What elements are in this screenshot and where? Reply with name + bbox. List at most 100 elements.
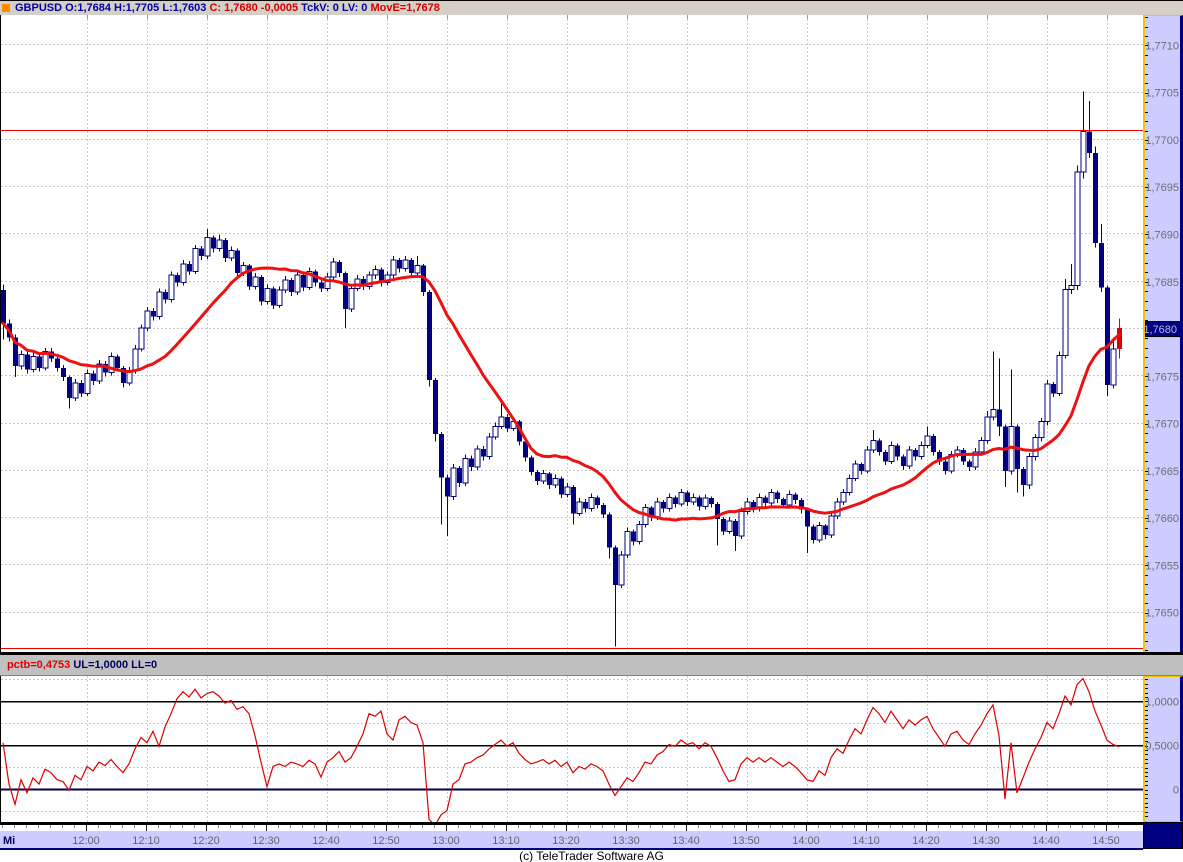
- candle-body-down: [895, 445, 900, 457]
- pctb-indicator-plot[interactable]: [0, 676, 1144, 822]
- candle-body-down: [301, 275, 306, 288]
- candle-body-up: [1038, 421, 1045, 439]
- candle-body-down: [595, 497, 600, 505]
- candle-body-down: [235, 250, 240, 274]
- candle-body-up: [294, 274, 301, 293]
- price-axis-label: 1,7685: [1145, 277, 1179, 289]
- candle-body-up: [864, 449, 871, 472]
- candle-body-down: [1099, 242, 1104, 288]
- candle-body-down: [187, 263, 192, 272]
- candle-body-up: [84, 372, 91, 394]
- candle-body-up: [462, 458, 469, 484]
- candle-body-up: [666, 496, 673, 510]
- candle-body-up: [498, 416, 505, 427]
- candle-body-down: [1087, 131, 1092, 154]
- candle-body-down: [61, 367, 66, 378]
- candle-body-up: [348, 287, 355, 310]
- day-label: Mi: [3, 835, 15, 847]
- indicator-axis[interactable]: 1,0000 0,5000 0: [1143, 676, 1183, 822]
- candle-body-up: [840, 492, 847, 503]
- price-axis-label: 1,7665: [1145, 466, 1179, 478]
- candle-body-up: [828, 515, 835, 536]
- candle-body-down: [811, 526, 816, 540]
- indicator-axis-scale[interactable]: 1,0000 0,5000 0: [1145, 677, 1180, 821]
- candle-body-down: [631, 531, 636, 542]
- candle-body-up: [588, 496, 595, 510]
- chart-type-icon: [2, 4, 10, 12]
- pctb-line: [2, 677, 1120, 822]
- price-axis-label: 1,7670: [1145, 419, 1179, 431]
- candle-body-down: [721, 519, 726, 532]
- candle-body-up: [636, 524, 643, 543]
- candle-body-down: [319, 282, 324, 289]
- candle-body-down: [505, 416, 510, 429]
- candle-body-up: [138, 327, 145, 350]
- main-gridlines: [1, 15, 1144, 652]
- candle-body-down: [913, 450, 918, 457]
- candle-body-down: [91, 373, 96, 381]
- title-segment: C: 1,7680 -0,0005: [209, 2, 302, 14]
- candle-body-down: [1105, 287, 1110, 385]
- candle-body-up: [1080, 130, 1087, 173]
- price-axis[interactable]: 1,7710 1,7705 1,7700 1,7695 1,7690 1,7685 1,76…: [1143, 15, 1183, 652]
- candle-body-down: [943, 461, 948, 471]
- candle-body-up: [786, 493, 793, 506]
- candle-body-up: [924, 435, 931, 446]
- candle-body-down: [673, 497, 678, 504]
- candle-body-down: [445, 477, 450, 497]
- candle-body-down: [1051, 383, 1056, 394]
- candle-body-down: [805, 509, 810, 527]
- candle-body-up: [918, 444, 925, 458]
- candle-body-down: [529, 457, 534, 472]
- candlestick-chart[interactable]: [1, 15, 1144, 652]
- candle-body-up: [690, 496, 697, 503]
- candle-body-down: [211, 237, 216, 249]
- candle-body-down: [859, 464, 864, 471]
- candle-body-down: [931, 435, 936, 452]
- candle-body-down: [397, 259, 402, 269]
- time-axis-label: 14:20: [912, 835, 940, 847]
- candle-body-up: [888, 444, 895, 462]
- candle-body-down: [427, 292, 432, 381]
- time-axis-label: 12:30: [252, 835, 280, 847]
- candle-body-down: [343, 273, 348, 310]
- chart-title-bar: GBPUSD O:1,7684 H:1,7705 L:1,7603 C: 1,7…: [0, 0, 1183, 15]
- time-axis-label: 12:10: [132, 835, 160, 847]
- candle-body-down: [469, 458, 474, 468]
- title-segment: GBPUSD O:1,7684 H:1,7705 L:1,7603: [15, 2, 210, 14]
- candle-body-up: [72, 382, 79, 399]
- candle-body-down: [151, 311, 156, 317]
- current-price-tag: 1,7680: [1145, 321, 1180, 338]
- candle-body-up: [990, 408, 997, 418]
- candle-body-up: [678, 492, 685, 505]
- candle-body-down: [535, 471, 540, 482]
- candle-body-up: [1062, 288, 1069, 356]
- candle-body-down: [433, 380, 438, 434]
- candle-body-up: [768, 492, 775, 504]
- candle-body-up: [552, 477, 559, 486]
- candle-body-down: [997, 409, 1002, 427]
- price-axis-scale[interactable]: 1,7710 1,7705 1,7700 1,7695 1,7690 1,7685 1,76…: [1145, 16, 1180, 652]
- candle-body-down: [793, 494, 798, 501]
- candle-body-up: [564, 486, 571, 495]
- candle-body-up: [1056, 354, 1063, 394]
- time-axis-label: 14:30: [972, 835, 1000, 847]
- time-axis-label: 13:50: [732, 835, 760, 847]
- candle-body-up: [156, 291, 163, 318]
- pctb-indicator-chart[interactable]: [1, 676, 1144, 822]
- title-segment: TckV: 0 LV: 0: [301, 2, 371, 14]
- candle-body-down: [607, 514, 612, 548]
- candle-body-down: [733, 520, 738, 537]
- candle-body-down: [781, 499, 786, 505]
- main-candlestick-plot[interactable]: [0, 15, 1144, 652]
- candle-body-up: [144, 310, 151, 329]
- price-axis-label: 1,7660: [1145, 513, 1179, 525]
- indicator-axis-label: 1,0000: [1145, 697, 1179, 709]
- time-axis-label: 12:00: [72, 835, 100, 847]
- candle-body-down: [175, 275, 180, 283]
- candle-body-down: [457, 467, 462, 484]
- price-axis-label: 1,7650: [1145, 608, 1179, 620]
- candle-body-up: [168, 274, 175, 301]
- candle-body-down: [439, 433, 444, 478]
- title-segment: MovE=1,7678: [370, 2, 440, 14]
